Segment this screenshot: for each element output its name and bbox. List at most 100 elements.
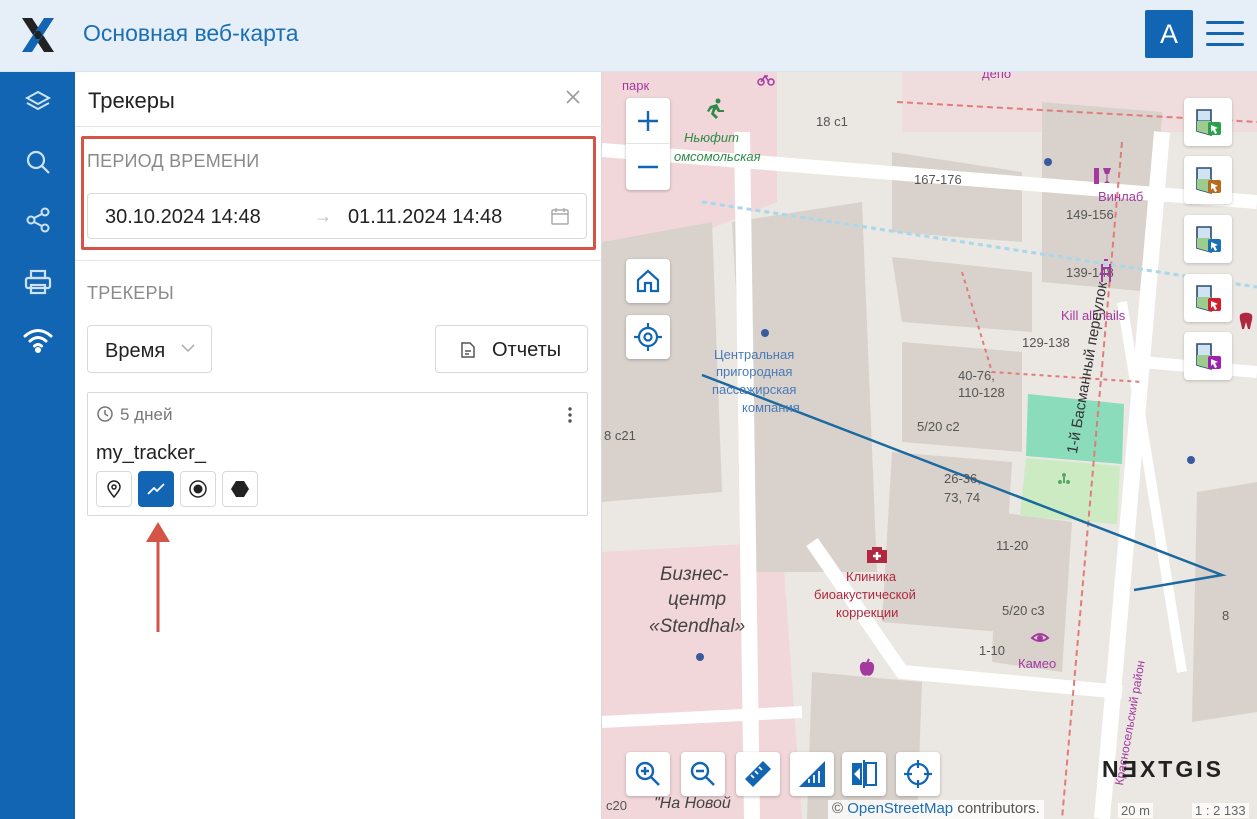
section-divider [75, 260, 602, 261]
map-label-company-4: компания [742, 400, 800, 415]
period-label: ПЕРИОД ВРЕМЕНИ [87, 151, 260, 171]
fitness-icon [704, 98, 726, 125]
point-icon [189, 480, 207, 498]
show-last-point-button[interactable] [180, 471, 216, 507]
panel-title: Трекеры [88, 88, 175, 113]
locate-button[interactable] [626, 315, 670, 359]
show-area-button[interactable] [222, 471, 258, 507]
clinic-icon [866, 544, 888, 569]
map-label-business-center-2: центр [668, 589, 727, 610]
measure-distance-button[interactable] [736, 752, 780, 796]
map-label-8c21: 8 с21 [604, 428, 636, 443]
track-line-icon [147, 483, 165, 495]
tracker-card[interactable]: 5 дней my_tracker_ [87, 392, 588, 516]
chevron-down-icon [180, 341, 196, 355]
map-label-depo: депо [982, 72, 1012, 81]
zoom-out-icon[interactable] [626, 144, 670, 190]
date-range-picker[interactable]: 30.10.2024 14:48 → 01.11.2024 14:48 [87, 193, 587, 239]
attribution-suffix: contributors. [957, 800, 1040, 817]
layer-cursor-purple-icon [1196, 343, 1221, 371]
polygon-icon [231, 481, 249, 497]
map-label-18c1: 18 с1 [816, 114, 848, 129]
close-icon[interactable] [563, 88, 583, 108]
app: Основная веб-карта A Трекеры ПЕРИОД ВРЕМ… [0, 0, 1257, 819]
share-icon[interactable] [0, 192, 75, 248]
layer-identify-button-1[interactable] [1184, 98, 1232, 146]
zoom-in-icon[interactable] [626, 98, 670, 144]
range-arrow-icon: → [314, 206, 332, 226]
reports-button-label: Отчеты [492, 339, 562, 361]
nail-salon-icon [1096, 258, 1116, 289]
map-label-149: 149-156 [1066, 207, 1114, 222]
map-label-fitness: Ньюфит [684, 130, 739, 145]
copyright-sign: © [832, 800, 844, 817]
bike-icon [757, 72, 775, 91]
map-label-business-center: Бизнес- [660, 564, 729, 585]
map-label-40: 40-76, [958, 368, 995, 383]
home-extent-button[interactable] [626, 259, 670, 303]
calendar-icon[interactable] [550, 206, 570, 226]
show-points-button[interactable] [96, 471, 132, 507]
sort-select[interactable]: Время [87, 325, 212, 373]
garden-icon [1055, 470, 1073, 493]
map-label-park: парк [622, 78, 650, 93]
layer-identify-button-2[interactable] [1184, 156, 1232, 204]
openstreetmap-link[interactable]: OpenStreetMap [847, 800, 953, 817]
map-label-fitness-2: омсомольская [674, 149, 761, 164]
reports-button[interactable]: Отчеты [435, 325, 588, 373]
layer-cursor-blue-icon [1196, 226, 1221, 254]
clock-history-icon [96, 405, 114, 423]
map-label-clinic-3: коррекции [836, 605, 899, 620]
zoom-out-box-button[interactable] [681, 752, 725, 796]
more-vertical-icon[interactable] [566, 405, 574, 425]
crosshair-icon [634, 323, 662, 351]
hamburger-menu-icon[interactable] [1206, 18, 1246, 50]
map-label-clinic-2: биоакустической [814, 587, 916, 602]
home-icon [636, 269, 660, 293]
layer-identify-button-4[interactable] [1184, 274, 1232, 322]
identify-coordinates-button[interactable] [896, 752, 940, 796]
map-label-kameo: Камео [1018, 656, 1057, 671]
swipe-compare-button[interactable] [842, 752, 886, 796]
map-label-73: 73, 74 [944, 490, 981, 505]
layer-identify-button-3[interactable] [1184, 215, 1232, 263]
measure-area-button[interactable] [790, 752, 834, 796]
layers-icon[interactable] [0, 74, 75, 130]
map-label-clinic: Клиника [846, 569, 897, 584]
map-label-vinlab: Винлаб [1098, 189, 1144, 204]
target-icon [904, 760, 932, 788]
swipe-icon [852, 760, 877, 788]
top-bar: Основная веб-карта A [0, 0, 1257, 72]
pin-icon [107, 480, 121, 498]
trackers-label: ТРЕКЕРЫ [87, 283, 174, 303]
nextgis-brand-logo: NƎXTGIS [1102, 756, 1224, 782]
search-icon[interactable] [0, 134, 75, 190]
range-end-date[interactable]: 01.11.2024 14:48 [348, 206, 502, 229]
scale-ratio: 1 : 2 133 [1192, 803, 1249, 818]
nextgis-logo-icon[interactable] [20, 16, 56, 54]
map-label-8: 8 [1222, 608, 1230, 623]
map-label-company: Центральная [714, 347, 795, 362]
print-icon[interactable] [0, 254, 75, 310]
map-attribution: © OpenStreetMap contributors. [828, 800, 1044, 819]
map-label-520c3: 5/20 с3 [1002, 603, 1045, 618]
layer-cursor-orange-icon [1196, 167, 1221, 195]
map-view[interactable]: парк депо Ньюфит омсомольская 18 с1 167-… [602, 72, 1257, 819]
show-track-line-button[interactable] [138, 471, 174, 507]
zoom-in-box-button[interactable] [626, 752, 670, 796]
map-label-110b: 1-10 [979, 643, 1006, 658]
annotation-arrow-icon [140, 520, 176, 635]
beauty-icon [1030, 630, 1050, 651]
layer-identify-button-5[interactable] [1184, 332, 1232, 380]
map-label-129: 129-138 [1022, 335, 1070, 350]
zoom-out-magnifier-icon [690, 761, 715, 786]
map-label-26: 26-36, [944, 471, 981, 486]
map-label-company-2: пригородная [716, 364, 793, 379]
zoom-in-magnifier-icon [635, 761, 660, 786]
range-start-date[interactable]: 30.10.2024 14:48 [105, 206, 261, 229]
area-ruler-icon [799, 761, 825, 787]
scale-bar-distance: 20 m [1118, 803, 1153, 818]
user-avatar[interactable]: A [1145, 10, 1193, 58]
wifi-icon[interactable] [0, 312, 75, 368]
webmap-title: Основная веб-карта [83, 20, 299, 46]
